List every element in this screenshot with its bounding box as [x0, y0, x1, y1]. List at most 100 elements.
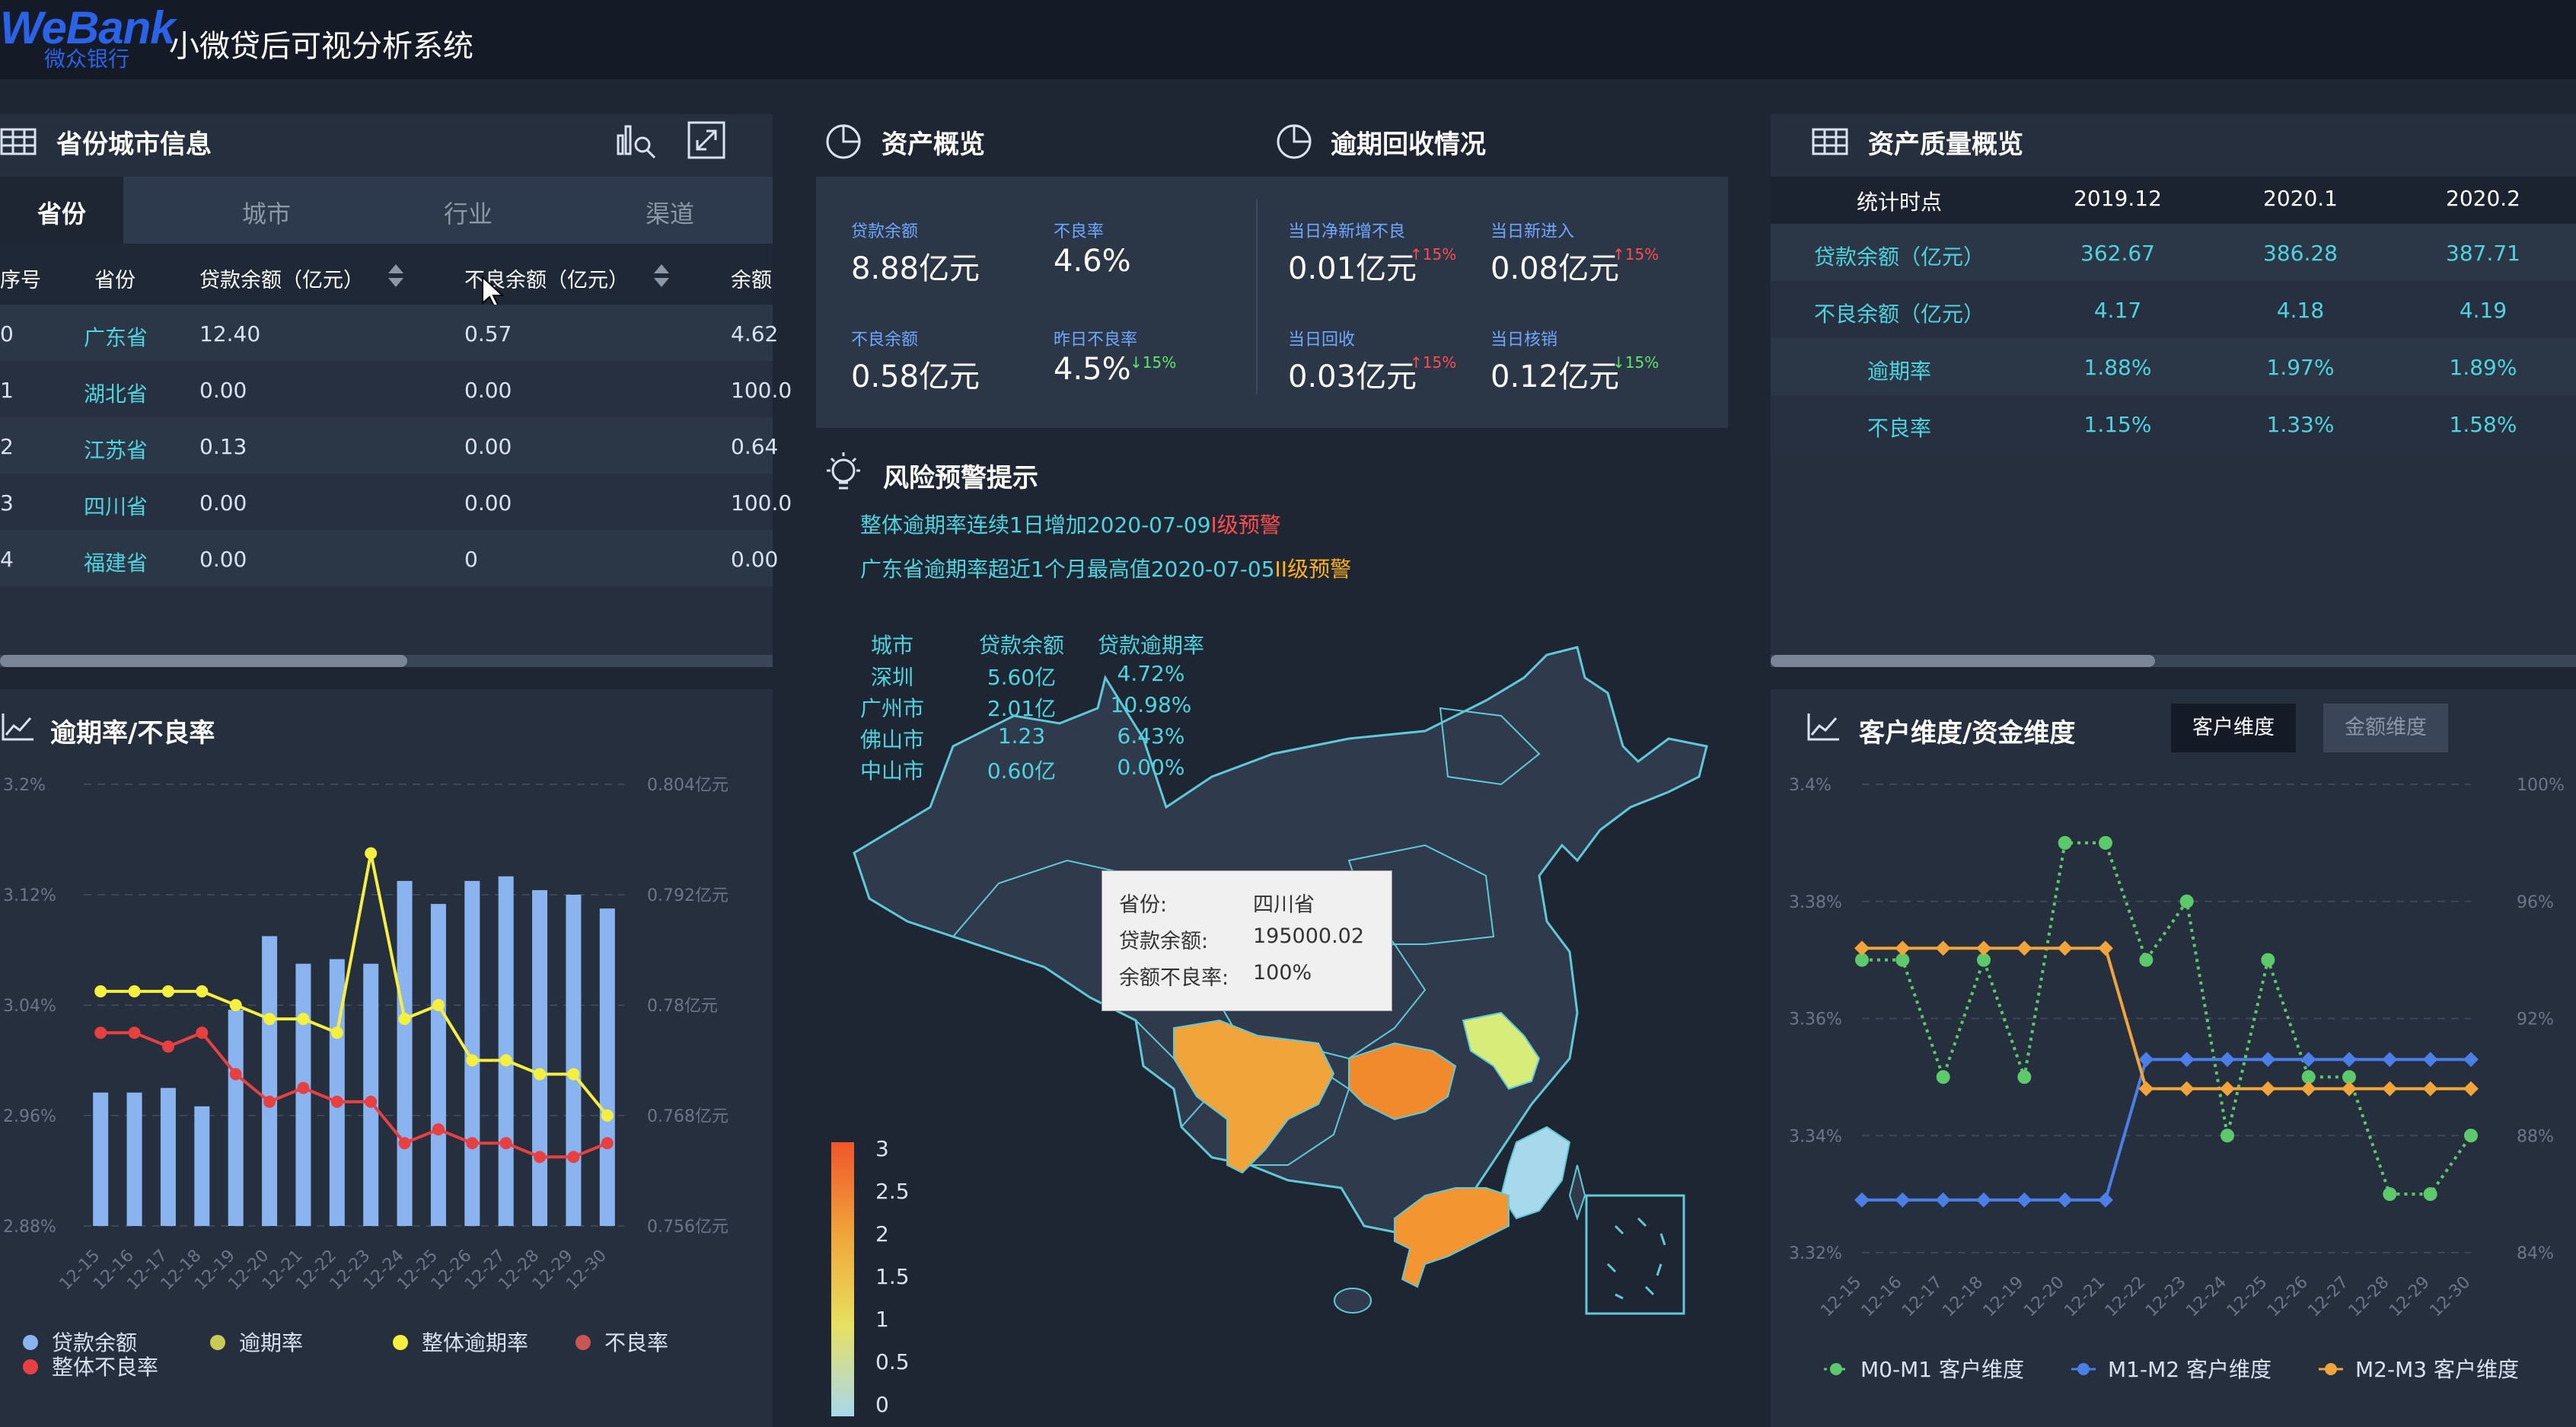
data-point: [161, 985, 174, 998]
scrollbar-thumb[interactable]: [0, 655, 407, 667]
legend-label: 不良率: [604, 1330, 668, 1355]
col-province: 省份: [94, 269, 135, 292]
tooltip-key: 省份:: [1119, 893, 1168, 917]
data-point: [2422, 1052, 2438, 1068]
x-tick: 12-21: [2061, 1273, 2109, 1321]
x-tick: 12-22: [2102, 1273, 2150, 1321]
chart-search-icon[interactable]: [615, 119, 659, 160]
table-icon: [1812, 128, 1848, 155]
overdue-npl-chart[interactable]: 2.88% 0.756亿元 2.96% 0.768亿元 3.04% 0.78亿元 3.12%…: [0, 761, 773, 1424]
tab-industry[interactable]: 行业: [407, 195, 529, 230]
y-left-tick: 3.32%: [1789, 1244, 1842, 1263]
table-cell: 3: [0, 490, 14, 516]
hainan[interactable]: [1334, 1288, 1372, 1314]
tooltip-key: 贷款余额:: [1119, 930, 1209, 953]
expand-icon[interactable]: [687, 120, 726, 160]
legend-marker: [23, 1335, 38, 1350]
y-left-tick: 3.2%: [3, 776, 46, 795]
city-col-header: 贷款逾期率: [1097, 633, 1204, 658]
quality-cell: 1.15%: [2083, 412, 2152, 437]
data-point: [2099, 835, 2112, 850]
kpi-prev-npl-trend: ↓15%: [1130, 353, 1177, 372]
data-point: [2464, 1129, 2478, 1143]
x-tick: 12-15: [1817, 1273, 1865, 1321]
legend-marker: [2077, 1363, 2090, 1375]
col-loan-balance[interactable]: 贷款余额（亿元）: [199, 263, 364, 293]
province-fujian[interactable]: [1500, 1125, 1571, 1220]
data-point: [499, 1054, 512, 1067]
tab-city[interactable]: 城市: [206, 195, 327, 230]
amount-dimension-button[interactable]: 金额维度: [2323, 704, 2448, 752]
data-point: [2463, 1052, 2479, 1068]
data-point: [2220, 1081, 2235, 1097]
tooltip-value: 100%: [1253, 961, 1312, 985]
y-left-tick: 2.96%: [3, 1107, 56, 1126]
data-point: [1936, 1070, 1950, 1084]
tooltip-value: 195000.02: [1253, 924, 1365, 948]
city-cell: 广州市: [859, 696, 924, 721]
sort-icon[interactable]: [387, 262, 405, 289]
data-point: [567, 1068, 580, 1081]
kpi-writeoff-trend: ↓15%: [1612, 353, 1659, 372]
table-cell: 2: [0, 434, 14, 459]
legend-label: 整体不良率: [52, 1355, 158, 1380]
data-point: [601, 1109, 614, 1122]
data-point: [2179, 1052, 2195, 1068]
data-point: [2057, 1192, 2073, 1208]
data-point: [601, 1137, 614, 1150]
data-point: [2098, 1192, 2113, 1208]
table-cell: 12.40: [199, 321, 261, 346]
kpi-recovery-trend: ↑15%: [1410, 353, 1457, 372]
data-point: [2342, 1052, 2357, 1068]
sort-icon[interactable]: [652, 262, 671, 289]
data-point: [2139, 953, 2154, 967]
data-point: [2300, 1052, 2316, 1068]
color-scale-bar[interactable]: [831, 1142, 854, 1416]
south-china-sea-dashes: [1606, 1217, 1666, 1300]
table-cell: 100.0: [731, 378, 792, 403]
y-right-tick: 92%: [2517, 1010, 2554, 1030]
risk-alert[interactable]: 整体逾期率连续1日增加2020-07-09I级预警: [860, 509, 1281, 539]
quality-cell: 不良余额（亿元）: [1813, 302, 1985, 327]
tooltip-key: 余额不良率:: [1119, 966, 1229, 990]
quality-col-header: 统计时点: [1856, 190, 1942, 215]
y-right-tick: 0.768亿元: [647, 1107, 728, 1126]
x-tick: 12-27: [2304, 1273, 2352, 1321]
scrollbar-thumb[interactable]: [1771, 655, 2155, 667]
data-point: [2016, 940, 2032, 956]
data-point: [2423, 1187, 2437, 1202]
tab-province[interactable]: 省份: [0, 195, 123, 230]
quality-cell: 不良率: [1867, 416, 1931, 441]
city-cell: 10.98%: [1110, 692, 1192, 717]
quality-cell: 386.28: [2263, 241, 2338, 266]
data-point: [2057, 940, 2073, 956]
scale-label: 1: [875, 1307, 889, 1332]
legend-label: M2-M3 客户维度: [2355, 1357, 2519, 1382]
kpi-writeoff-value: 0.12亿元: [1490, 359, 1620, 394]
city-cell: 2.01亿: [987, 696, 1057, 721]
customer-dimension-button[interactable]: 客户维度: [2171, 704, 2296, 752]
table-cell: 0: [464, 547, 478, 572]
customer-dimension-chart[interactable]: 3.32% 84% 3.34% 88% 3.36% 92% 3.38% 96% 3.4% 100%…: [1771, 761, 2576, 1424]
legend-label: 贷款余额: [52, 1330, 137, 1355]
data-point: [196, 1026, 209, 1039]
tab-channel[interactable]: 渠道: [609, 195, 731, 230]
y-left-tick: 3.4%: [1789, 776, 1832, 795]
line-chart-icon: [1807, 714, 1839, 741]
data-point: [263, 1095, 276, 1108]
data-point: [128, 1026, 141, 1039]
data-point: [263, 1013, 276, 1026]
data-point: [466, 1054, 479, 1067]
table-cell: 0.57: [464, 321, 512, 346]
legend-marker: [23, 1359, 38, 1374]
taiwan[interactable]: [1568, 1164, 1586, 1221]
risk-alert[interactable]: 广东省逾期率超近1个月最高值2020-07-05II级预警: [860, 553, 1351, 583]
quality-cell: 逾期率: [1867, 359, 1931, 384]
risk-alert-level: II级预警: [1274, 557, 1352, 582]
data-point: [2220, 1052, 2235, 1068]
data-point: [161, 1040, 174, 1053]
y-left-tick: 2.88%: [3, 1218, 56, 1237]
app-title: 小微贷后可视分析系统: [169, 29, 473, 64]
data-point: [365, 1095, 378, 1108]
bar: [430, 904, 446, 1226]
